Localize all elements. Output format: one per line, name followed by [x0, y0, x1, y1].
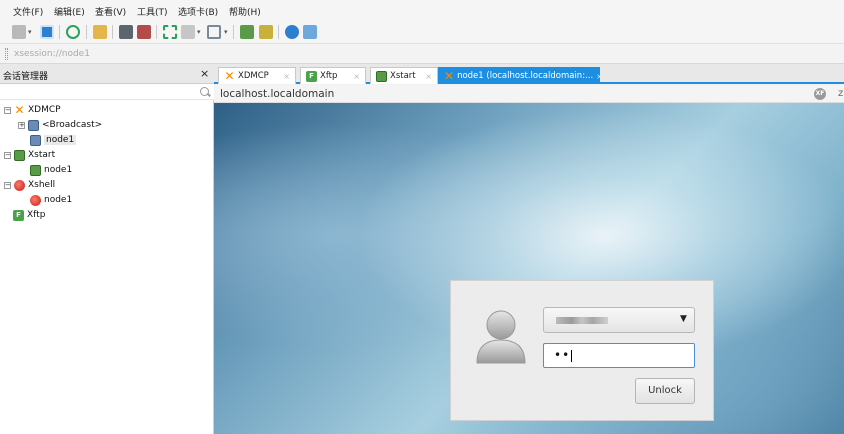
address-bar: xsession://node1 — [0, 44, 844, 64]
xstart-icon — [30, 164, 41, 176]
toolbar-separator — [59, 25, 60, 39]
session-properties-icon[interactable] — [40, 25, 54, 39]
tab-label: XDMCP — [238, 71, 269, 81]
monitor-icon — [30, 134, 41, 146]
search-icon[interactable] — [200, 87, 209, 96]
menu-help[interactable]: 帮助(H) — [229, 5, 261, 18]
tree-item-xshell-node1[interactable]: node1 — [30, 193, 72, 207]
tab-icon[interactable] — [207, 25, 221, 39]
session-search-input[interactable] — [0, 84, 214, 100]
remote-host-title: localhost.localdomain — [220, 88, 335, 100]
unlock-button[interactable]: Unlock — [635, 378, 695, 404]
xdmcp-icon: ✕ — [444, 68, 455, 83]
chat-icon[interactable] — [303, 25, 317, 39]
tree-item-label: XDMCP — [28, 105, 61, 115]
chevron-down-icon[interactable]: ▾ — [224, 28, 228, 36]
tab-node1[interactable]: ✕ node1 (localhost.localdomain:... × — [438, 67, 603, 84]
address-input[interactable]: xsession://node1 — [14, 49, 90, 59]
xftp-icon: F — [306, 70, 317, 82]
user-select[interactable]: ▼ — [543, 307, 695, 333]
blurred-username — [556, 317, 608, 324]
reconnect-icon[interactable] — [66, 25, 80, 39]
close-icon[interactable]: × — [283, 72, 290, 81]
xdmcp-icon: ✕ — [14, 102, 25, 117]
tree-item-label: Xshell — [28, 180, 56, 190]
tree-item-label: Xftp — [27, 210, 46, 220]
tab-xstart[interactable]: Xstart × — [370, 67, 438, 84]
tree-item-xdmcp[interactable]: − ✕ XDMCP — [4, 103, 61, 117]
xstart-icon[interactable] — [240, 25, 254, 39]
xmanager-logo-icon: XF — [814, 88, 826, 100]
lock-dialog: ▼ •• Unlock — [450, 280, 714, 421]
tree-item-label: <Broadcast> — [42, 120, 103, 130]
collapse-icon[interactable]: − — [4, 151, 11, 159]
tree-item-broadcast[interactable]: + <Broadcast> — [18, 118, 102, 132]
chevron-down-icon[interactable]: ▾ — [28, 28, 32, 36]
screenshot-icon[interactable] — [119, 25, 133, 39]
password-mask: •• — [554, 348, 571, 362]
fullscreen-icon[interactable] — [163, 25, 177, 39]
tree-item-label: node1 — [44, 195, 73, 205]
help-icon[interactable] — [285, 25, 299, 39]
tab-bar: ✕ XDMCP × F Xftp × Xstart × ✕ node1 (loc… — [214, 64, 844, 84]
password-field[interactable]: •• — [543, 343, 695, 368]
toolbar-separator — [86, 25, 87, 39]
layout-icon[interactable] — [181, 25, 195, 39]
menu-edit[interactable]: 编辑(E) — [54, 5, 85, 18]
xdmcp-icon: ✕ — [224, 68, 235, 83]
close-icon[interactable]: × — [425, 72, 432, 81]
tab-label: Xstart — [390, 71, 416, 81]
tree-item-xdmcp-node1[interactable]: node1 — [30, 133, 77, 147]
collapse-icon[interactable]: − — [4, 181, 11, 189]
tree-item-label: Xstart — [28, 150, 56, 160]
tab-label: node1 (localhost.localdomain:... — [457, 71, 594, 81]
collapse-icon[interactable]: − — [4, 106, 11, 114]
tab-xdmcp[interactable]: ✕ XDMCP × — [218, 67, 296, 84]
tree-item-xftp[interactable]: F Xftp — [13, 208, 45, 222]
text-caret — [571, 349, 573, 362]
xstart-icon — [14, 149, 25, 161]
remote-title-overflow: z — [838, 88, 844, 99]
tree-item-label: node1 — [44, 135, 77, 145]
xftp-icon[interactable] — [259, 25, 273, 39]
chevron-down-icon[interactable]: ▾ — [197, 28, 201, 36]
monitor-icon — [28, 119, 39, 131]
expand-icon[interactable]: + — [18, 121, 25, 129]
menu-tabs[interactable]: 选项卡(B) — [178, 5, 218, 18]
find-icon[interactable] — [93, 25, 107, 39]
session-manager-header: 会话管理器 × — [0, 64, 214, 84]
tree-item-xstart-node1[interactable]: node1 — [30, 163, 72, 177]
xshell-icon — [14, 179, 25, 191]
close-icon[interactable]: × — [353, 72, 360, 81]
tree-item-label: node1 — [44, 165, 73, 175]
toolbar-separator — [278, 25, 279, 39]
toolbar-separator — [112, 25, 113, 39]
session-manager-title: 会话管理器 — [3, 72, 49, 82]
toolbar: ▾ ▾ ▾ — [0, 20, 844, 44]
record-icon[interactable] — [137, 25, 151, 39]
close-icon[interactable]: × — [596, 72, 603, 81]
menu-tools[interactable]: 工具(T) — [137, 5, 168, 18]
tab-label: Xftp — [320, 71, 338, 81]
xftp-icon: F — [13, 209, 24, 221]
menu-file[interactable]: 文件(F) — [13, 5, 43, 18]
user-avatar-icon — [476, 310, 526, 364]
tab-xftp[interactable]: F Xftp × — [300, 67, 366, 84]
toolbar-separator — [156, 25, 157, 39]
menu-view[interactable]: 查看(V) — [95, 5, 126, 18]
menu-bar: 文件(F) 编辑(E) 查看(V) 工具(T) 选项卡(B) 帮助(H) — [0, 0, 844, 20]
close-icon[interactable]: × — [200, 67, 209, 80]
session-tree: − ✕ XDMCP + <Broadcast> node1 − Xstart n… — [0, 100, 214, 434]
grip-handle[interactable] — [5, 48, 8, 60]
remote-titlebar: localhost.localdomain XF z — [214, 85, 844, 103]
xshell-icon — [30, 194, 41, 206]
tree-item-xshell[interactable]: − Xshell — [4, 178, 55, 192]
chevron-down-icon[interactable]: ▼ — [680, 314, 687, 324]
xstart-icon — [376, 70, 387, 82]
toolbar-separator — [233, 25, 234, 39]
tree-item-xstart[interactable]: − Xstart — [4, 148, 55, 162]
new-session-icon[interactable] — [12, 25, 26, 39]
